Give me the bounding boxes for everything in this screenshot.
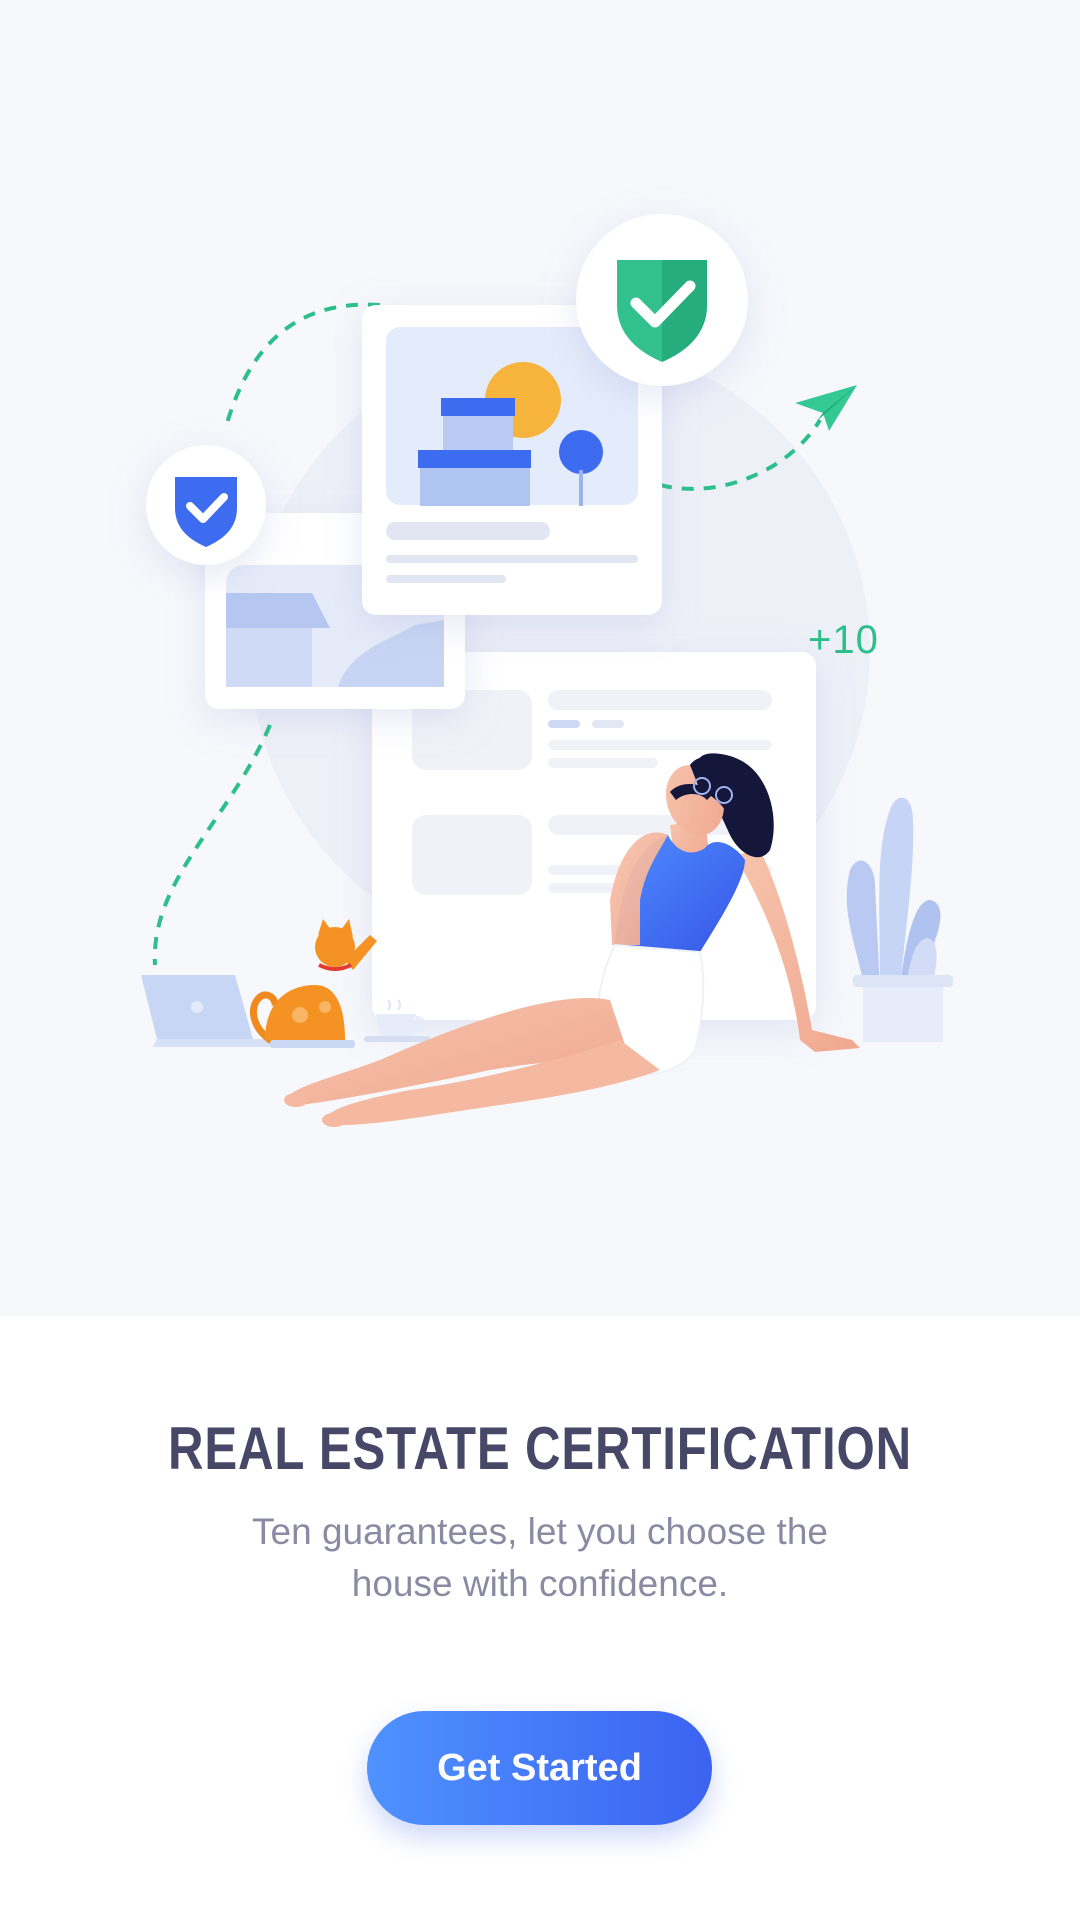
onboarding-content: REAL ESTATE CERTIFICATION Ten guarantees… bbox=[0, 1316, 1080, 1920]
dashed-path-top bbox=[223, 302, 381, 431]
get-started-button[interactable]: Get Started bbox=[367, 1711, 712, 1825]
points-badge: +10 bbox=[808, 618, 879, 662]
cat bbox=[249, 919, 377, 1048]
dashed-path-left bbox=[152, 724, 272, 966]
shield-check-icon-blue bbox=[146, 445, 266, 565]
paper-plane-icon bbox=[795, 385, 857, 431]
page-title: REAL ESTATE CERTIFICATION bbox=[168, 1415, 912, 1482]
page-description: Ten guarantees, let you choose the house… bbox=[252, 1511, 828, 1604]
hero-illustration-area: +10 bbox=[0, 0, 1080, 1316]
hero-illustration bbox=[141, 214, 953, 1127]
potted-plant bbox=[846, 797, 953, 1042]
shield-check-icon-green bbox=[576, 214, 748, 386]
onboarding-screen: +10 REAL ESTATE CERTIFICATION Ten guaran… bbox=[0, 0, 1080, 1920]
